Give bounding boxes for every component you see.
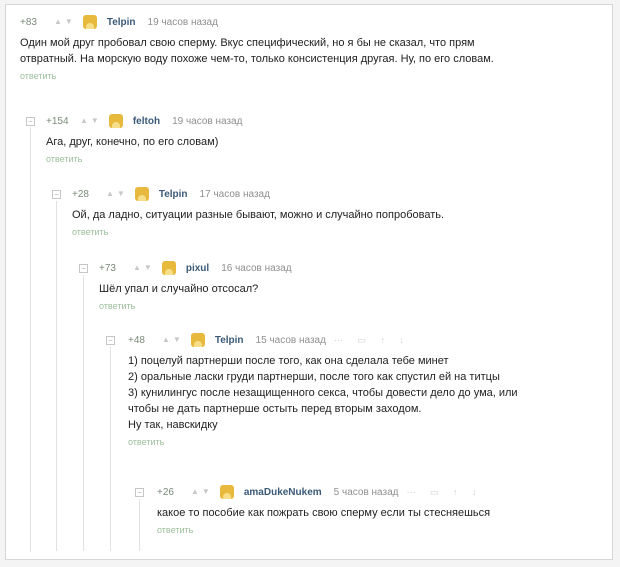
comment: +83 ▲ ▼ Telpin 19 часов назад Один мой д…	[20, 14, 494, 81]
comment-time[interactable]: 17 часов назад	[200, 189, 270, 200]
downvote-arrow-icon[interactable]: ▼	[65, 18, 73, 26]
comment-score: +154	[46, 115, 69, 127]
vote-controls: ▲ ▼	[106, 190, 125, 198]
comment-tools-icons[interactable]: ⋯ ▭ ↑ ↓	[334, 335, 410, 346]
reply-link[interactable]: ответить	[128, 437, 518, 447]
thread-line	[139, 499, 140, 551]
username[interactable]: Telpin	[215, 335, 244, 346]
comment-line: 3) кунилингус после незащищенного секса,…	[128, 387, 518, 399]
comment: +73 ▲ ▼ pixul 16 часов назад Шёл упал и …	[99, 260, 292, 311]
comment-line: чтобы не дать партнерше остыть перед вто…	[128, 403, 422, 415]
comment-score: +83	[20, 16, 37, 28]
comment-score: +48	[128, 334, 145, 346]
comment-score: +73	[99, 262, 116, 274]
comment-score: +28	[72, 188, 89, 200]
avatar[interactable]	[108, 114, 123, 128]
collapse-toggle[interactable]: −	[135, 488, 144, 497]
thread-line	[83, 275, 84, 551]
reply-link[interactable]: ответить	[157, 525, 490, 535]
comment-text: Один мой друг пробовал свою сперму. Вкус…	[20, 35, 494, 67]
reply-link[interactable]: ответить	[46, 154, 242, 164]
username[interactable]: pixul	[186, 263, 209, 274]
comment-header: +73 ▲ ▼ pixul 16 часов назад	[99, 260, 292, 276]
comment-header: +26 ▲ ▼ amaDukeNukem 5 часов назад ⋯ ▭ ↑…	[157, 484, 490, 500]
thread-line	[56, 201, 57, 551]
comment-text: 1) поцелуй партнерши после того, как она…	[128, 353, 518, 433]
reply-link[interactable]: ответить	[72, 227, 444, 237]
comment: +154 ▲ ▼ feltoh 19 часов назад Ага, друг…	[46, 113, 242, 164]
comment-header: +154 ▲ ▼ feltoh 19 часов назад	[46, 113, 242, 129]
upvote-arrow-icon[interactable]: ▲	[133, 264, 141, 272]
comment-line: Шёл упал и случайно отсосал?	[99, 283, 259, 295]
comment-header: +83 ▲ ▼ Telpin 19 часов назад	[20, 14, 494, 30]
vote-controls: ▲ ▼	[162, 336, 181, 344]
downvote-arrow-icon[interactable]: ▼	[202, 488, 210, 496]
comment-line: Ага, друг, конечно, по его словам)	[46, 136, 219, 148]
upvote-arrow-icon[interactable]: ▲	[54, 18, 62, 26]
avatar[interactable]	[82, 15, 97, 29]
comment-time[interactable]: 19 часов назад	[172, 116, 242, 127]
vote-controls: ▲ ▼	[80, 117, 99, 125]
username[interactable]: amaDukeNukem	[244, 487, 322, 498]
vote-controls: ▲ ▼	[133, 264, 152, 272]
upvote-arrow-icon[interactable]: ▲	[191, 488, 199, 496]
downvote-arrow-icon[interactable]: ▼	[117, 190, 125, 198]
reply-link[interactable]: ответить	[20, 71, 494, 81]
upvote-arrow-icon[interactable]: ▲	[80, 117, 88, 125]
username[interactable]: feltoh	[133, 116, 160, 127]
comments-panel: +83 ▲ ▼ Telpin 19 часов назад Один мой д…	[5, 4, 613, 560]
collapse-toggle[interactable]: −	[106, 336, 115, 345]
comment-time[interactable]: 5 часов назад	[334, 487, 399, 498]
comment-line: какое то пособие как пожрать свою сперму…	[157, 507, 491, 519]
thread-line	[30, 127, 31, 552]
avatar[interactable]	[190, 333, 205, 347]
collapse-toggle[interactable]: −	[52, 190, 61, 199]
downvote-arrow-icon[interactable]: ▼	[144, 264, 152, 272]
comment-score: +26	[157, 486, 174, 498]
comment-header: +28 ▲ ▼ Telpin 17 часов назад	[72, 186, 444, 202]
collapse-toggle[interactable]: −	[26, 117, 35, 126]
comment: +48 ▲ ▼ Telpin 15 часов назад ⋯ ▭ ↑ ↓ 1)…	[128, 332, 518, 447]
upvote-arrow-icon[interactable]: ▲	[162, 336, 170, 344]
comment-text: Ага, друг, конечно, по его словам)	[46, 134, 242, 150]
comment-line: Один мой друг пробовал свою сперму. Вкус…	[20, 37, 475, 49]
vote-controls: ▲ ▼	[191, 488, 210, 496]
comment-line: отвратный. На морскую воду похоже чем-то…	[20, 53, 494, 65]
comment-text: какое то пособие как пожрать свою сперму…	[157, 505, 490, 521]
comment-line: Ну так, навскидку	[128, 419, 218, 431]
username[interactable]: Telpin	[159, 189, 188, 200]
avatar[interactable]	[161, 261, 176, 275]
upvote-arrow-icon[interactable]: ▲	[106, 190, 114, 198]
comment-line: Ой, да ладно, ситуации разные бывают, мо…	[72, 209, 445, 221]
vote-controls: ▲ ▼	[54, 18, 73, 26]
comment: +26 ▲ ▼ amaDukeNukem 5 часов назад ⋯ ▭ ↑…	[157, 484, 490, 535]
comment-time[interactable]: 16 часов назад	[221, 263, 291, 274]
avatar[interactable]	[134, 187, 149, 201]
collapse-toggle[interactable]: −	[79, 264, 88, 273]
avatar[interactable]	[219, 485, 234, 499]
downvote-arrow-icon[interactable]: ▼	[173, 336, 181, 344]
comment-header: +48 ▲ ▼ Telpin 15 часов назад ⋯ ▭ ↑ ↓	[128, 332, 518, 348]
comment-time[interactable]: 19 часов назад	[148, 17, 218, 28]
comment: +28 ▲ ▼ Telpin 17 часов назад Ой, да лад…	[72, 186, 444, 237]
thread-line	[110, 347, 111, 551]
username[interactable]: Telpin	[107, 17, 136, 28]
comment-line: 1) поцелуй партнерши после того, как она…	[128, 355, 449, 367]
comment-text: Шёл упал и случайно отсосал?	[99, 281, 292, 297]
comment-time[interactable]: 15 часов назад	[256, 335, 326, 346]
comment-line: 2) оральные ласки груди партнерши, после…	[128, 371, 500, 383]
reply-link[interactable]: ответить	[99, 301, 292, 311]
comment-tools-icons[interactable]: ⋯ ▭ ↑ ↓	[407, 487, 483, 498]
comment-text: Ой, да ладно, ситуации разные бывают, мо…	[72, 207, 444, 223]
downvote-arrow-icon[interactable]: ▼	[91, 117, 99, 125]
